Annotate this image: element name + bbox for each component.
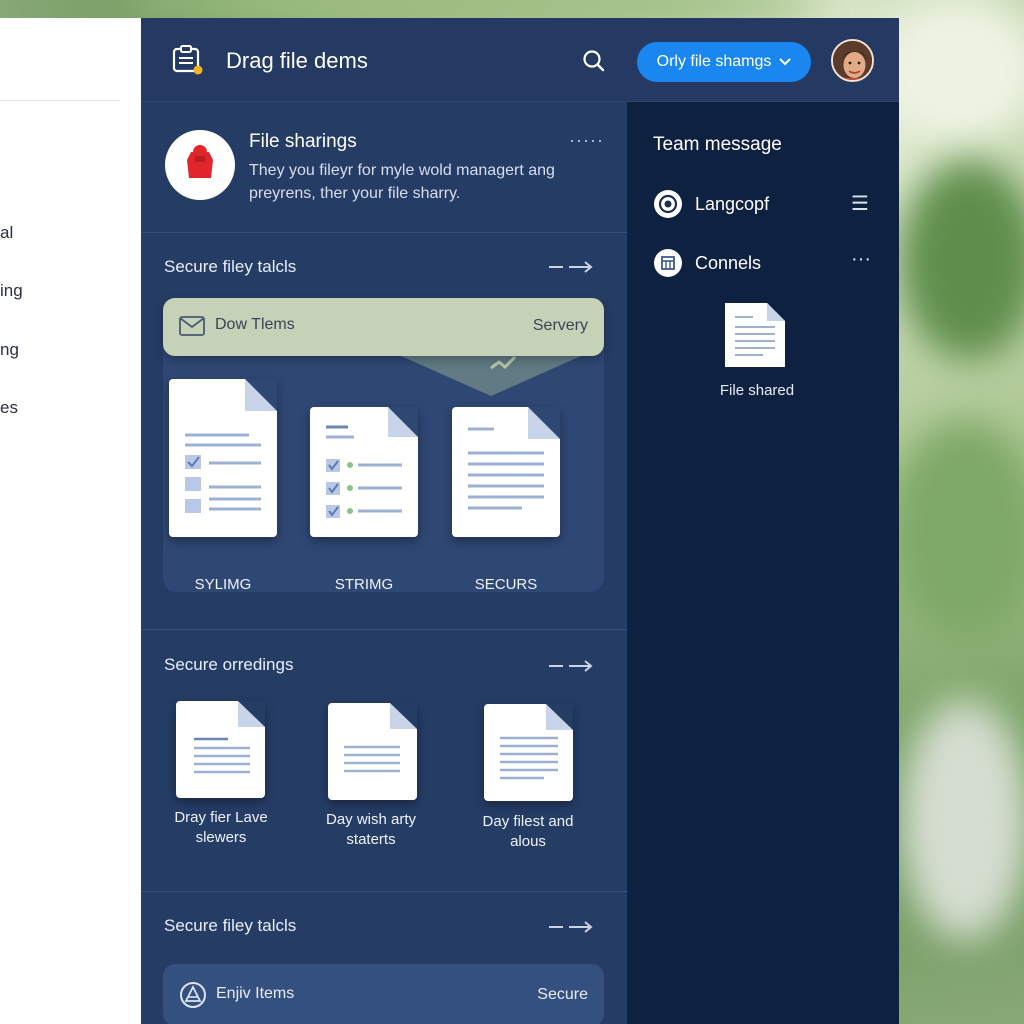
items-banner[interactable]: Dow Tlems Servery xyxy=(163,298,604,356)
section-title: Secure filey talcls xyxy=(164,257,297,276)
lock-icon xyxy=(179,981,207,1014)
app-title: Drag file dems xyxy=(226,48,368,73)
checkmark-icon xyxy=(489,354,519,379)
more-options-icon[interactable]: ··· xyxy=(851,248,871,271)
shared-file-icon[interactable] xyxy=(723,301,787,369)
document-label: Day filest and alous xyxy=(458,813,598,850)
secure-items-row[interactable]: Enjiv Items Secure xyxy=(163,964,604,1024)
shared-file-label: File shared xyxy=(719,382,795,399)
document-thumbnail[interactable] xyxy=(452,407,560,537)
arrow-right-icon[interactable] xyxy=(549,260,595,274)
document-thumbnail[interactable] xyxy=(169,379,277,537)
row-left-label: Enjiv Items xyxy=(216,985,295,1002)
card-title: File sharings xyxy=(249,131,357,152)
arrow-right-icon[interactable] xyxy=(549,659,595,673)
section-divider xyxy=(141,891,627,892)
card-description: They you fileyr for myle wold managert a… xyxy=(249,162,555,202)
document-label: SECURS xyxy=(474,576,538,593)
left-sidebar: al ing ng es xyxy=(0,18,141,1024)
search-icon[interactable] xyxy=(581,48,607,74)
section-divider xyxy=(141,629,627,630)
contact-item[interactable]: Langcopf ☰ xyxy=(627,185,899,225)
document-label: STRIMG xyxy=(334,576,394,593)
document-label-line: staterts xyxy=(346,831,396,848)
sidebar-divider xyxy=(0,100,120,101)
document-label-line: Day wish arty xyxy=(325,811,417,828)
section-title: Secure filey talcls xyxy=(164,916,297,935)
target-icon xyxy=(654,190,682,218)
calendar-icon xyxy=(654,249,682,277)
document-label: Day wish arty staterts xyxy=(301,811,441,848)
chevron-down-icon xyxy=(779,53,792,71)
file-list-panel: File sharings They you fileyr for myle w… xyxy=(141,102,627,1024)
file-sharing-card[interactable]: File sharings They you fileyr for myle w… xyxy=(141,102,627,233)
avatar[interactable] xyxy=(831,39,874,82)
file-sharing-badge-icon xyxy=(165,130,235,200)
document-thumbnail[interactable] xyxy=(310,407,418,537)
sidebar-item[interactable]: ing xyxy=(0,281,23,301)
app-header: Drag file dems Orly file shamgs xyxy=(141,18,899,102)
document-label-line: slewers xyxy=(195,829,247,846)
contact-name: Connels xyxy=(695,253,762,273)
more-options-icon[interactable]: ····· xyxy=(569,130,604,151)
arrow-right-icon[interactable] xyxy=(549,920,595,934)
document-thumbnail[interactable] xyxy=(328,703,417,800)
contact-item[interactable]: Connels ··· xyxy=(627,244,899,284)
contact-name: Langcopf xyxy=(695,194,770,214)
sidebar-item[interactable]: al xyxy=(0,223,13,243)
document-thumbnail[interactable] xyxy=(484,704,573,801)
section-title: Secure orredings xyxy=(164,655,294,674)
main-window: Drag file dems Orly file shamgs File sha… xyxy=(141,18,899,1024)
document-label-line: alous xyxy=(510,833,546,850)
document-thumbnail[interactable] xyxy=(176,701,265,798)
document-label: SYLIMG xyxy=(194,576,252,593)
panel-title: Team message xyxy=(653,134,782,155)
sidebar-item[interactable]: ng xyxy=(0,340,19,360)
clipboard-icon xyxy=(171,44,205,76)
mail-icon xyxy=(179,316,205,336)
document-label-line: Dray fier Lave xyxy=(174,809,268,826)
banner-right-label: Servery xyxy=(532,317,588,334)
team-message-panel: Team message Langcopf ☰ Connels ··· File… xyxy=(627,102,899,1024)
file-sharing-dropdown-button[interactable]: Orly file shamgs xyxy=(637,42,811,82)
document-label-line: Day filest and xyxy=(482,813,574,830)
banner-left-label: Dow Tlems xyxy=(215,316,295,333)
sidebar-item[interactable]: es xyxy=(0,398,18,418)
menu-icon[interactable]: ☰ xyxy=(851,191,869,216)
row-right-label: Secure xyxy=(537,986,588,1003)
document-label: Dray fier Lave slewers xyxy=(151,809,291,846)
share-button-label: Orly file shamgs xyxy=(656,53,772,70)
